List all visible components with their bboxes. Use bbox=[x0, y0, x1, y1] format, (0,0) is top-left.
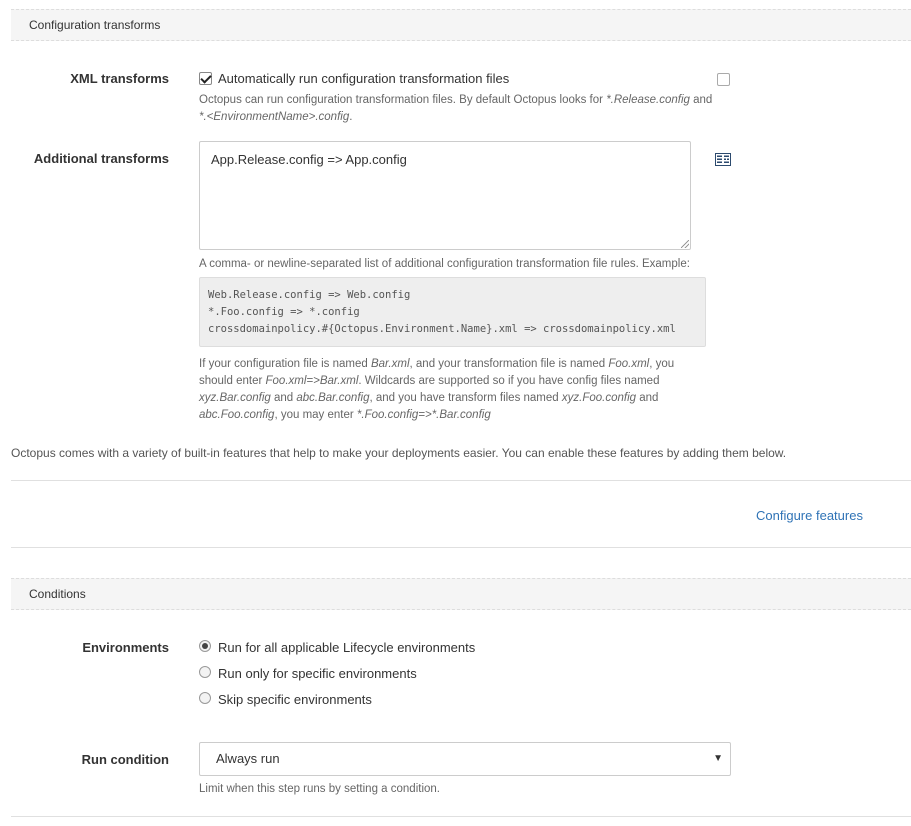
environments-label: Environments bbox=[82, 640, 169, 655]
divider bbox=[11, 547, 911, 548]
divider bbox=[11, 480, 911, 481]
configure-features-link[interactable]: Configure features bbox=[756, 508, 863, 523]
run-condition-label: Run condition bbox=[81, 752, 169, 767]
radio-all-environments-label[interactable]: Run for all applicable Lifecycle environ… bbox=[218, 640, 475, 655]
run-condition-value: Always run bbox=[216, 751, 280, 766]
configuration-transforms-header: Configuration transforms bbox=[11, 9, 911, 41]
variable-binding-icon[interactable] bbox=[715, 153, 731, 166]
conditions-header: Conditions bbox=[11, 578, 911, 610]
example-line-1: Web.Release.config => Web.config bbox=[208, 289, 411, 301]
transform-example-code: Web.Release.config => Web.config *.Foo.c… bbox=[199, 277, 706, 347]
run-condition-select[interactable]: Always run ▼ bbox=[199, 742, 731, 776]
radio-specific-environments-label[interactable]: Run only for specific environments bbox=[218, 666, 417, 681]
radio-skip-environments[interactable] bbox=[199, 692, 211, 704]
run-condition-help: Limit when this step runs by setting a c… bbox=[199, 783, 440, 795]
radio-specific-environments[interactable] bbox=[199, 666, 211, 678]
additional-transforms-label: Additional transforms bbox=[33, 151, 169, 166]
xml-transforms-label: XML transforms bbox=[70, 71, 169, 86]
additional-transforms-detail: If your configuration file is named Bar.… bbox=[199, 358, 675, 421]
additional-transforms-help: A comma- or newline-separated list of ad… bbox=[199, 258, 690, 270]
example-line-2: *.Foo.config => *.config bbox=[208, 306, 360, 318]
xml-transforms-checkbox-label[interactable]: Automatically run configuration transfor… bbox=[218, 71, 509, 86]
show-template-toggle[interactable] bbox=[717, 73, 730, 86]
example-line-3: crossdomainpolicy.#{Octopus.Environment.… bbox=[208, 323, 676, 335]
divider bbox=[11, 816, 911, 817]
xml-transforms-help: Octopus can run configuration transforma… bbox=[199, 94, 713, 123]
resize-grip-icon[interactable] bbox=[681, 240, 689, 248]
radio-skip-environments-label[interactable]: Skip specific environments bbox=[218, 692, 372, 707]
radio-all-environments[interactable] bbox=[199, 640, 211, 652]
dropdown-arrow-icon: ▼ bbox=[713, 753, 723, 764]
features-note: Octopus comes with a variety of built-in… bbox=[11, 446, 787, 460]
xml-transforms-checkbox[interactable] bbox=[199, 72, 212, 85]
additional-transforms-textarea[interactable]: App.Release.config => App.config bbox=[199, 141, 691, 250]
